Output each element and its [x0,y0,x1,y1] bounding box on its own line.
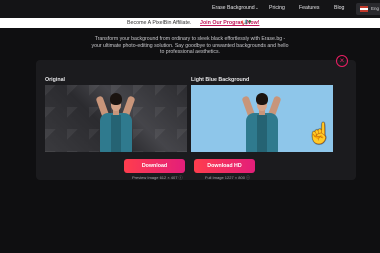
original-label: Original [45,77,66,83]
original-image [45,85,187,152]
nav-erase-background[interactable]: Erase Background [212,5,255,11]
full-caption-text: Full Image 1227 × 800 [205,175,245,180]
dollar-icon: ● [248,19,252,25]
nav-features[interactable]: Features [299,5,319,11]
full-caption: Full Image 1227 × 800 ⓘ [205,175,250,181]
person-figure [95,93,136,152]
nav-pricing[interactable]: Pricing [269,5,285,11]
close-button[interactable]: × [336,55,348,67]
chevron-down-icon[interactable]: ⌄ [255,5,259,11]
preview-caption: Preview Image 612 × 407 ⓘ [132,175,183,181]
result-image: ☝ [191,85,333,152]
flag-icon [360,6,368,12]
language-label: Eng [371,6,380,11]
hand-cursor-icon: ☝ [307,123,332,145]
affiliate-banner: Become A PixelBin Affiliate. Join Our Pr… [0,18,380,28]
intro-text: Transform your background from ordinary … [91,36,289,55]
nav-blog[interactable]: Blog [334,5,344,11]
top-nav: Erase Background ⌄ Pricing Features Blog… [0,0,380,18]
megaphone-icon: 📢 [241,20,248,26]
result-label: Light Blue Background [191,77,250,83]
person-figure [241,93,282,152]
download-button[interactable]: Download [124,159,185,173]
preview-caption-text: Preview Image 612 × 407 [132,175,178,180]
info-icon[interactable]: ⓘ [179,175,183,180]
banner-text: Become A PixelBin Affiliate. [127,20,192,26]
info-icon[interactable]: ⓘ [246,175,250,180]
download-hd-button[interactable]: Download HD [194,159,255,173]
language-selector[interactable]: Eng [356,3,380,15]
